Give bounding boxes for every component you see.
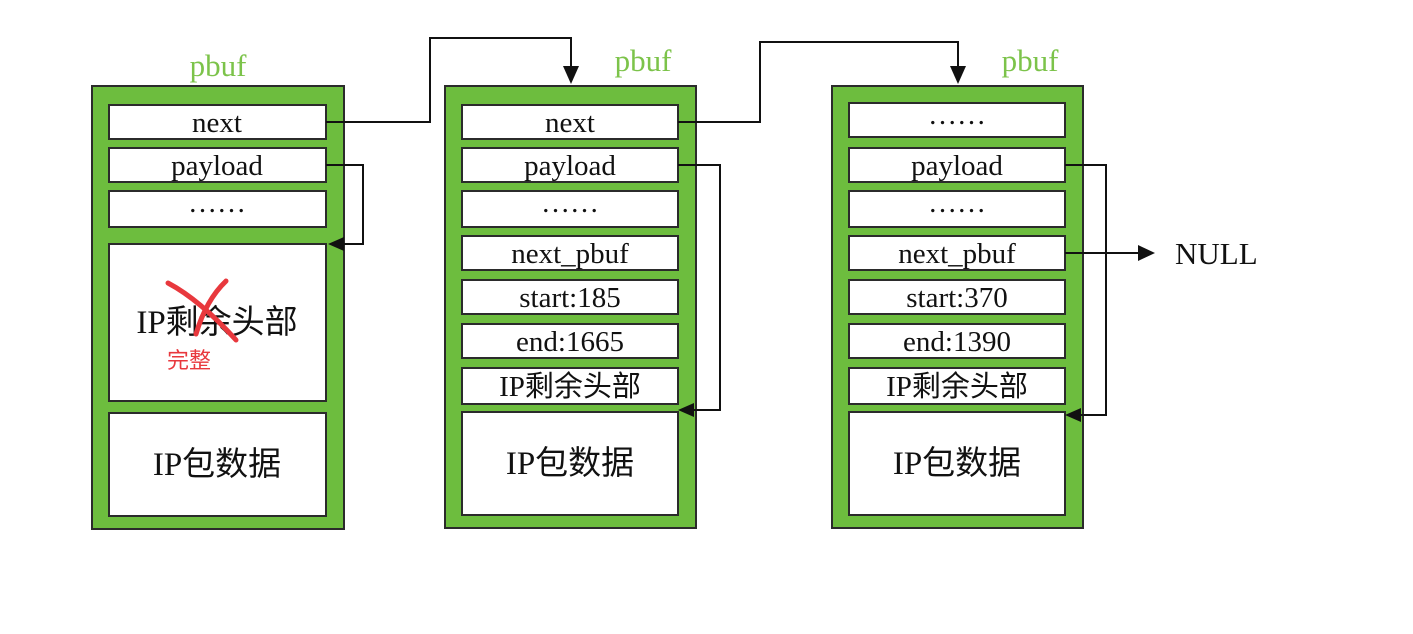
pbuf-1-next-label: next [192, 107, 242, 139]
pbuf-2: pbuf next payload …… next_pbuf start:185… [444, 43, 721, 529]
pbuf-2-next-label: next [545, 107, 595, 139]
pbuf-1-title: pbuf [190, 48, 248, 83]
pbuf-3-next-pbuf-label: next_pbuf [898, 238, 1016, 270]
pbuf-2-next-pbuf-label: next_pbuf [511, 238, 629, 270]
pbuf-3-ip-data-label: IP包数据 [893, 445, 1021, 482]
pbuf-3-title: pbuf [1002, 43, 1060, 78]
pbuf-3-ellipsis-top-label: …… [928, 99, 986, 131]
pbuf-2-ellipsis-label: …… [541, 187, 599, 219]
pbuf-3-next-pbuf-arrowhead [1138, 245, 1155, 261]
pbuf-2-end-label: end:1665 [516, 326, 624, 358]
pbuf-1: pbuf next payload …… IP剩余头部 IP包数据 完整 [91, 48, 364, 530]
pbuf-3-ip-header-label: IP剩余头部 [886, 370, 1028, 403]
next-link-2-arrowhead [950, 66, 966, 84]
pbuf-3-start-label: start:370 [906, 282, 1008, 314]
pbuf-3-payload-label: payload [911, 150, 1003, 182]
annotation-complete: 完整 [167, 349, 211, 374]
pbuf-2-ip-header-label: IP剩余头部 [499, 370, 641, 403]
pbuf-1-payload-label: payload [171, 150, 263, 182]
pbuf-2-payload-label: payload [524, 150, 616, 182]
pbuf-3: pbuf …… payload …… next_pbuf start:370 e… [831, 43, 1258, 529]
pbuf-3-end-label: end:1390 [903, 326, 1011, 358]
pbuf-chain-diagram: pbuf next payload …… IP剩余头部 IP包数据 完整 pbu… [91, 37, 1258, 530]
pbuf-1-ip-data-label: IP包数据 [153, 446, 281, 483]
pbuf-2-start-label: start:185 [519, 282, 621, 314]
next-link-1-arrowhead [563, 66, 579, 84]
pbuf-2-ip-data-label: IP包数据 [506, 445, 634, 482]
pbuf-3-ellipsis-label: …… [928, 187, 986, 219]
pbuf-2-title: pbuf [615, 43, 673, 78]
pbuf-1-ellipsis-label: …… [188, 187, 246, 219]
null-terminator-label: NULL [1175, 236, 1258, 271]
